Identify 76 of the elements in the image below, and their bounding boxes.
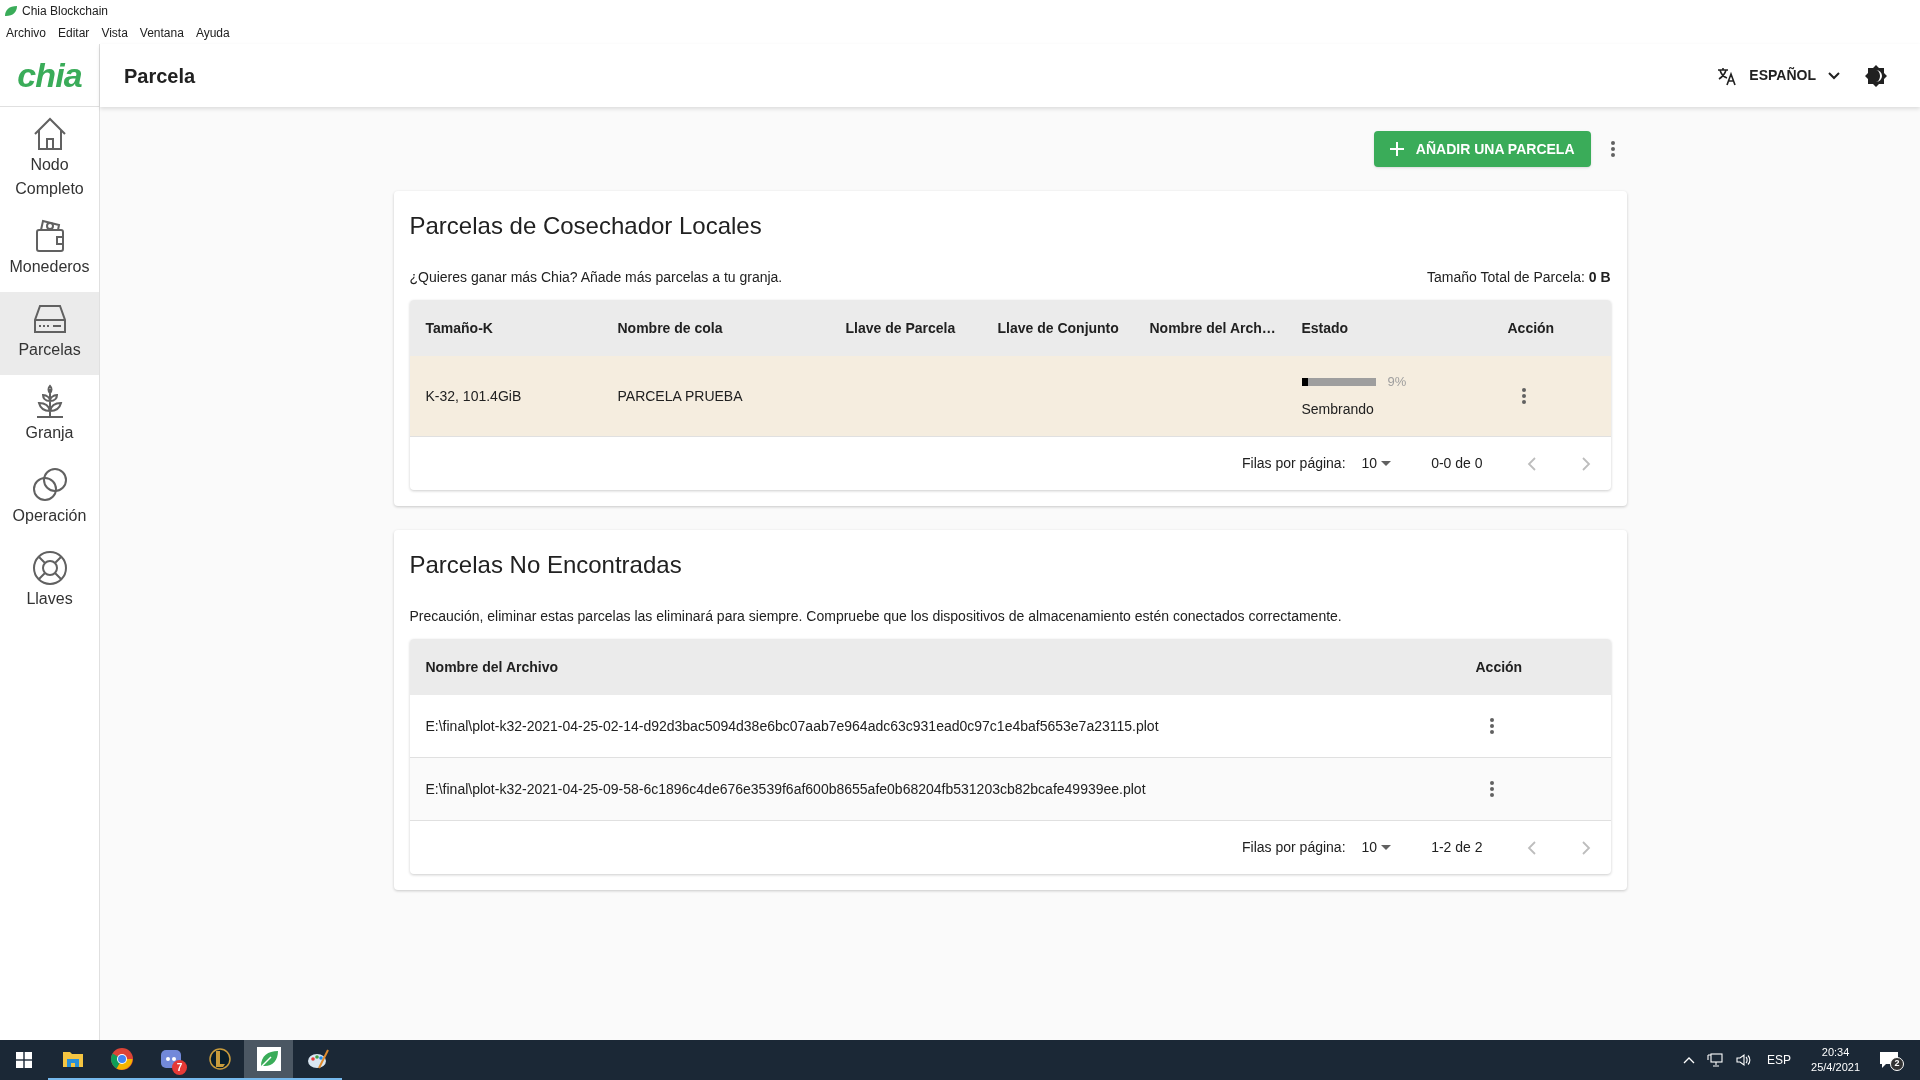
chevron-left-icon <box>1526 456 1537 471</box>
column-header: Estado <box>1301 318 1349 338</box>
card-title: Parcelas de Cosechador Locales <box>409 211 763 241</box>
window-title: Chia Blockchain <box>22 3 109 20</box>
browser-icon <box>109 1047 134 1071</box>
speaker-icon <box>1735 1052 1752 1068</box>
more-icon <box>1489 781 1494 797</box>
more-icon <box>1489 718 1494 734</box>
file-path-cell-text: E:\final\plot-k32-2021-04-25-02-14-d92d3bac5094d38e6bc07aab7e964adc63c931ead0c97c1e4baf5653e7a23115.plot <box>425 716 1159 736</box>
logo: chia <box>17 58 82 92</box>
info-text: ¿Quieres ganar más Chia? Añade más parcelas a tu granja. <box>409 268 783 287</box>
column-header: Llave de Parcela <box>845 318 956 338</box>
table-cell-text: K-32, 101.4GiB <box>425 386 522 406</box>
rows-per-page-label: Filas por página: <box>1242 838 1346 857</box>
sidebar-item[interactable]: Parcelas <box>0 292 99 375</box>
clock-date: 25/4/2021 <box>1811 1060 1860 1075</box>
clock-time: 20:34 <box>1821 1045 1850 1060</box>
overlapping-circles-icon <box>30 466 69 504</box>
column-header: Nombre del Archivo <box>425 657 558 677</box>
network-icon <box>1707 1052 1724 1068</box>
rows-per-page-select[interactable]: 10 <box>1361 837 1392 858</box>
progress-percent: 9% <box>1387 372 1407 391</box>
game-icon <box>207 1047 232 1071</box>
rows-per-page-label: Filas por página: <box>1242 454 1346 473</box>
leaf-icon <box>4 5 18 17</box>
leaf-icon <box>256 1047 281 1071</box>
column-header: Nombre de cola <box>617 318 723 338</box>
taskbar-app[interactable] <box>244 1040 293 1080</box>
dropdown-caret-icon <box>1381 845 1392 850</box>
warning-text: Precaución, eliminar estas parcelas las eliminará para siempre. Compruebe que los dispositivos de almacenamiento estén conectados correctamente. <box>409 607 1343 626</box>
chevron-right-icon <box>1580 456 1591 471</box>
sidebar-item[interactable]: Granja <box>0 375 99 458</box>
column-header: Tamaño-K <box>425 318 493 338</box>
brightness-icon <box>1864 63 1888 88</box>
page-range: 1-2 de 2 <box>1431 838 1483 857</box>
column-header: Nombre del Arch… <box>1149 318 1276 338</box>
total-plot-size: Tamaño Total de Parcela: 0 B <box>1427 268 1611 287</box>
column-header: Llave de Conjunto <box>997 318 1119 338</box>
chat-app-icon <box>158 1047 183 1071</box>
chevron-right-icon <box>1580 840 1591 855</box>
paint-palette-icon <box>305 1047 330 1071</box>
menu-item[interactable]: Ventana <box>139 24 184 42</box>
page-range: 0-0 de 0 <box>1431 454 1483 473</box>
column-header: Acción <box>1507 318 1555 338</box>
file-path-cell-text: E:\final\plot-k32-2021-04-25-09-58-6c1896c4de676e3539f6af600b8655afe0b68204fb531203cb82bcafe49939ee.plot <box>425 779 1146 799</box>
column-header: Acción <box>1475 657 1523 677</box>
theme-toggle[interactable] <box>1864 63 1888 88</box>
table-cell-text: PARCELA PRUEBA <box>617 386 743 406</box>
more-icon <box>1610 141 1615 157</box>
sidebar-item[interactable]: Nodo Completo <box>0 107 99 209</box>
menu-item[interactable]: Vista <box>101 24 128 42</box>
more-icon <box>1521 388 1526 404</box>
windows-icon <box>16 1052 32 1068</box>
chevron-up-icon <box>1683 1056 1696 1064</box>
chevron-down-icon <box>1828 71 1840 80</box>
status-text: Sembrando <box>1301 400 1375 420</box>
input-language[interactable]: ESP <box>1767 1051 1792 1069</box>
lifebuoy-icon <box>30 549 69 587</box>
menu-item[interactable]: Archivo <box>6 24 46 42</box>
sidebar-item[interactable]: Llaves <box>0 541 99 624</box>
taskbar-app[interactable]: 7 <box>146 1040 195 1080</box>
translate-icon <box>1717 65 1738 86</box>
notification-count: 2 <box>1890 1057 1904 1071</box>
rows-per-page-select[interactable]: 10 <box>1361 453 1392 474</box>
chevron-left-icon <box>1526 840 1537 855</box>
card-title: Parcelas No Encontradas <box>409 550 683 580</box>
notifications-button[interactable]: 2 <box>1880 1048 1904 1072</box>
plus-icon <box>1389 142 1404 156</box>
sidebar-item[interactable]: Operación <box>0 458 99 541</box>
menu-item[interactable]: Ayuda <box>195 24 230 42</box>
sidebar-item[interactable]: Monederos <box>0 209 99 292</box>
dropdown-caret-icon <box>1381 461 1392 466</box>
language-select[interactable]: ESPAÑOL <box>1717 65 1840 86</box>
page-title: Parcela <box>124 63 196 89</box>
notification-badge: 7 <box>172 1060 187 1075</box>
menu-item[interactable]: Editar <box>58 24 90 42</box>
